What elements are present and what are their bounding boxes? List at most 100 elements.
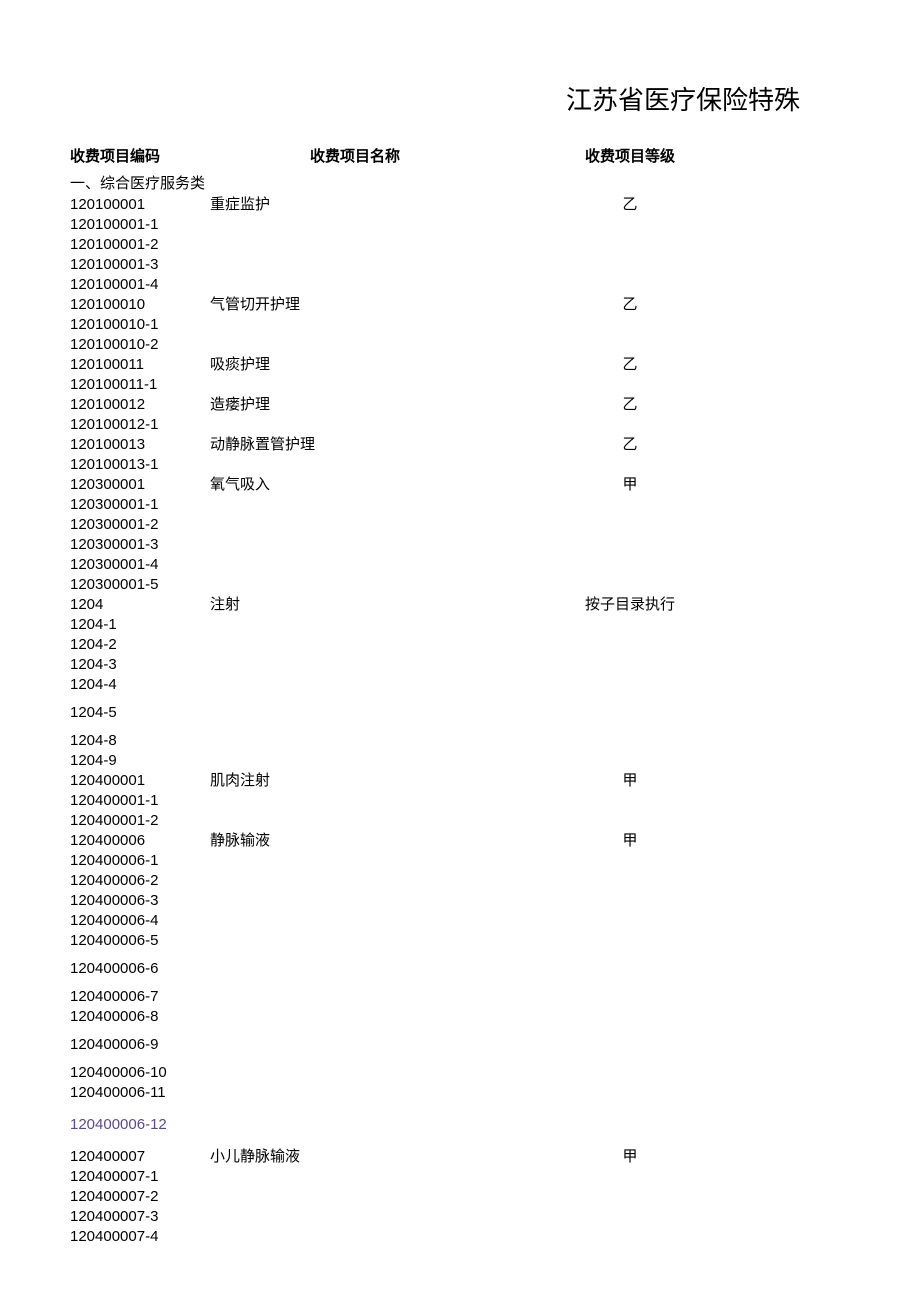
table-row: 120300001-2 (70, 515, 850, 535)
cell-code: 120400006-1 (70, 851, 210, 871)
cell-grade: 乙 (500, 295, 760, 315)
table-row: 120400006-12 (70, 1115, 850, 1135)
table-row: 1204-2 (70, 635, 850, 655)
cell-name (210, 375, 500, 395)
cell-name (210, 575, 500, 595)
cell-code: 120100001-1 (70, 215, 210, 235)
table-row: 120100001-2 (70, 235, 850, 255)
cell-name: 小儿静脉输液 (210, 1147, 500, 1167)
table-row: 120400006-5 (70, 931, 850, 951)
table-row: 120400001-2 (70, 811, 850, 831)
cell-name (210, 1083, 500, 1103)
cell-code: 120100001 (70, 195, 210, 215)
cell-code: 120100011-1 (70, 375, 210, 395)
cell-code: 120400006-9 (70, 1035, 210, 1055)
cell-name (210, 235, 500, 255)
cell-name (210, 1227, 500, 1247)
cell-name (210, 731, 500, 751)
cell-grade (500, 555, 760, 575)
table-row: 120400001肌肉注射甲 (70, 771, 850, 791)
cell-code: 120400006-12 (70, 1115, 210, 1135)
cell-grade (500, 703, 760, 723)
cell-code: 120400007-1 (70, 1167, 210, 1187)
table-row: 120100012-1 (70, 415, 850, 435)
cell-name: 气管切开护理 (210, 295, 500, 315)
table-row: 120100001-3 (70, 255, 850, 275)
table-row: 120400006-6 (70, 959, 850, 979)
cell-name (210, 811, 500, 831)
cell-code: 120300001-5 (70, 575, 210, 595)
cell-name (210, 215, 500, 235)
cell-name: 肌肉注射 (210, 771, 500, 791)
table-row: 1204-1 (70, 615, 850, 635)
table-row: 1204-4 (70, 675, 850, 695)
cell-grade (500, 535, 760, 555)
cell-name: 氧气吸入 (210, 475, 500, 495)
cell-name: 重症监护 (210, 195, 500, 215)
cell-code: 120400007-3 (70, 1207, 210, 1227)
cell-grade (500, 1083, 760, 1103)
cell-code: 120100010 (70, 295, 210, 315)
cell-grade (500, 375, 760, 395)
cell-code: 120100011 (70, 355, 210, 375)
table-row: 1204-8 (70, 731, 850, 751)
cell-grade: 甲 (500, 1147, 760, 1167)
cell-name: 造瘘护理 (210, 395, 500, 415)
cell-grade (500, 415, 760, 435)
cell-code: 1204-8 (70, 731, 210, 751)
cell-name (210, 751, 500, 771)
table-row: 120100001-1 (70, 215, 850, 235)
cell-grade (500, 575, 760, 595)
cell-name (210, 1207, 500, 1227)
table-row: 120100013动静脉置管护理乙 (70, 435, 850, 455)
table-row: 120400006-1 (70, 851, 850, 871)
document-title: 江苏省医疗保险特殊 (70, 80, 850, 117)
cell-code: 1204-3 (70, 655, 210, 675)
cell-name (210, 495, 500, 515)
cell-code: 120400006-3 (70, 891, 210, 911)
cell-grade (500, 275, 760, 295)
cell-name (210, 455, 500, 475)
cell-name (210, 1063, 500, 1083)
cell-name: 动静脉置管护理 (210, 435, 500, 455)
table-row: 120100012造瘘护理乙 (70, 395, 850, 415)
table-row: 1204-5 (70, 703, 850, 723)
table-row: 120400007小儿静脉输液甲 (70, 1147, 850, 1167)
cell-name (210, 987, 500, 1007)
cell-code: 120100013 (70, 435, 210, 455)
cell-name (210, 415, 500, 435)
cell-grade (500, 455, 760, 475)
header-code: 收费项目编码 (70, 145, 210, 166)
table-row: 120100011-1 (70, 375, 850, 395)
cell-grade (500, 1063, 760, 1083)
cell-code: 120400007 (70, 1147, 210, 1167)
cell-code: 120100001-4 (70, 275, 210, 295)
cell-name (210, 1115, 500, 1135)
table-row: 1204-3 (70, 655, 850, 675)
cell-grade (500, 1227, 760, 1247)
table-row: 120100010-2 (70, 335, 850, 355)
cell-grade (500, 1187, 760, 1207)
cell-name (210, 891, 500, 911)
cell-grade (500, 615, 760, 635)
cell-code: 120400007-2 (70, 1187, 210, 1207)
cell-code: 120400007-4 (70, 1227, 210, 1247)
cell-code: 120300001-3 (70, 535, 210, 555)
cell-code: 120100010-2 (70, 335, 210, 355)
header-grade: 收费项目等级 (500, 145, 760, 166)
cell-name (210, 555, 500, 575)
cell-grade (500, 811, 760, 831)
cell-code: 1204 (70, 595, 210, 615)
section-heading: 一、综合医疗服务类 (70, 172, 850, 193)
table-row: 120100010气管切开护理乙 (70, 295, 850, 315)
table-row: 120300001-4 (70, 555, 850, 575)
cell-name (210, 1187, 500, 1207)
cell-grade (500, 635, 760, 655)
cell-grade (500, 235, 760, 255)
cell-grade (500, 1035, 760, 1055)
table-row: 1204-9 (70, 751, 850, 771)
table-row: 120400006-11 (70, 1083, 850, 1103)
cell-grade (500, 871, 760, 891)
cell-grade (500, 791, 760, 811)
header-name: 收费项目名称 (210, 145, 500, 166)
